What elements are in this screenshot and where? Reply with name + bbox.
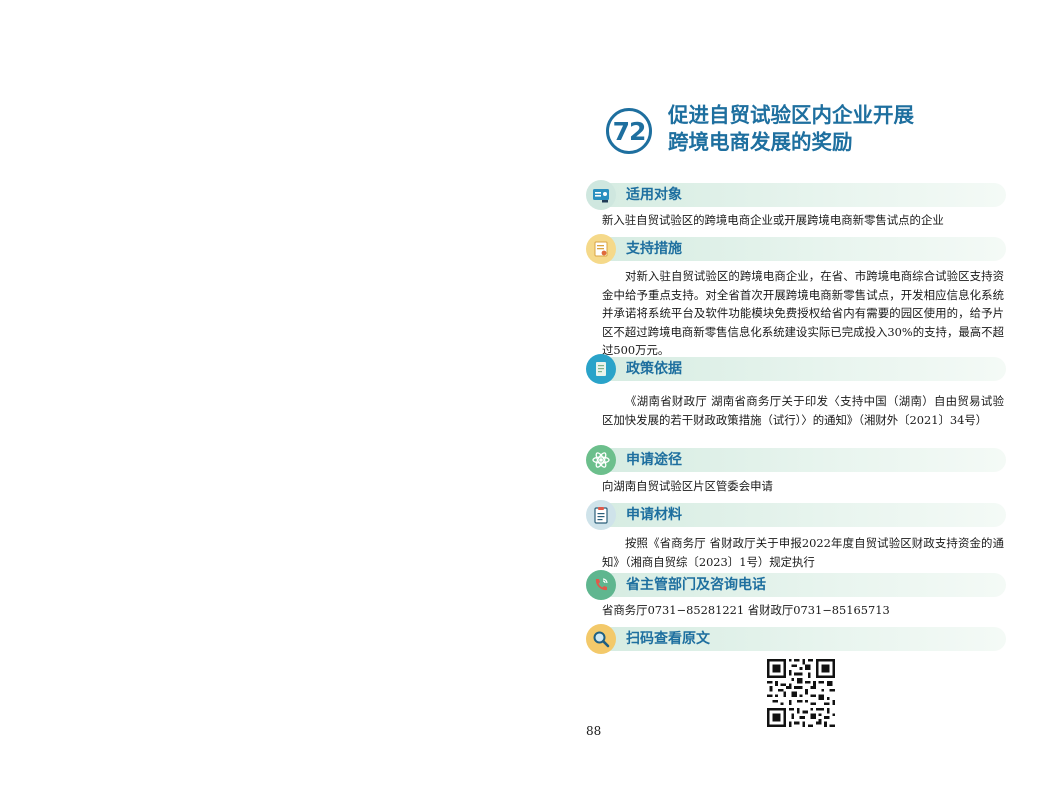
magnifier-icon [586, 624, 616, 654]
section-text: 对新入驻自贸试验区的跨境电商企业，在省、市跨境电商综合试验区支持资金中给予重点支… [602, 269, 1004, 357]
policy-title: 72 促进自贸试验区内企业开展 跨境电商发展的奖励 [606, 100, 1006, 164]
section-label: 申请材料 [626, 507, 682, 523]
section-text: 新入驻自贸试验区的跨境电商企业或开展跨境电商新零售试点的企业 [602, 213, 944, 227]
section-text: 省商务厅0731−85281221 省财政厅0731−85165713 [602, 603, 890, 617]
section-scan: 扫码查看原文 [586, 624, 1006, 654]
page-number: 88 [586, 724, 602, 738]
section-channel: 申请途径 向湖南自贸试验区片区管委会申请 [586, 445, 1006, 496]
section-header-bar: 扫码查看原文 [600, 627, 1006, 651]
qr-code-image [767, 659, 835, 727]
section-header-bar: 支持措施 [600, 237, 1006, 261]
section-contact: 省主管部门及咨询电话 省商务厅0731−85281221 省财政厅0731−85… [586, 570, 1006, 620]
atom-icon [586, 445, 616, 475]
section-materials: 申请材料 按照《省商务厅 省财政厅关于申报2022年度自贸试验区财政支持资金的通… [586, 500, 1006, 571]
id-card-icon [586, 180, 616, 210]
section-label: 扫码查看原文 [626, 631, 710, 647]
section-label: 适用对象 [626, 187, 682, 203]
section-header-bar: 省主管部门及咨询电话 [600, 573, 1006, 597]
section-basis: 政策依据 《湖南省财政厅 湖南省商务厅关于印发〈支持中国（湖南）自由贸易试验区加… [586, 354, 1006, 429]
section-text: 向湖南自贸试验区片区管委会申请 [602, 479, 773, 493]
section-header-bar: 适用对象 [600, 183, 1006, 207]
policy-number-badge: 72 [606, 108, 652, 154]
phone-icon [586, 570, 616, 600]
policy-title-text: 促进自贸试验区内企业开展 跨境电商发展的奖励 [668, 102, 914, 156]
document-icon [586, 354, 616, 384]
section-header-bar: 申请材料 [600, 503, 1006, 527]
booklet-page: 72 促进自贸试验区内企业开展 跨境电商发展的奖励 适用对象 新入驻自贸试验区的… [0, 0, 1058, 793]
certificate-icon [586, 234, 616, 264]
title-line-1: 促进自贸试验区内企业开展 [668, 103, 914, 127]
section-text: 按照《省商务厅 省财政厅关于申报2022年度自贸试验区财政支持资金的通知》（湘商… [602, 536, 1004, 569]
section-header-bar: 申请途径 [600, 448, 1006, 472]
section-label: 申请途径 [626, 452, 682, 468]
title-line-2: 跨境电商发展的奖励 [668, 130, 853, 154]
section-label: 支持措施 [626, 241, 682, 257]
clipboard-icon [586, 500, 616, 530]
section-header-bar: 政策依据 [600, 357, 1006, 381]
section-support: 支持措施 对新入驻自贸试验区的跨境电商企业，在省、市跨境电商综合试验区支持资金中… [586, 234, 1006, 360]
section-text: 《湖南省财政厅 湖南省商务厅关于印发〈支持中国（湖南）自由贸易试验区加快发展的若… [602, 394, 1004, 427]
section-eligible: 适用对象 新入驻自贸试验区的跨境电商企业或开展跨境电商新零售试点的企业 [586, 180, 1006, 230]
section-label: 政策依据 [626, 361, 682, 377]
section-label: 省主管部门及咨询电话 [626, 577, 766, 593]
